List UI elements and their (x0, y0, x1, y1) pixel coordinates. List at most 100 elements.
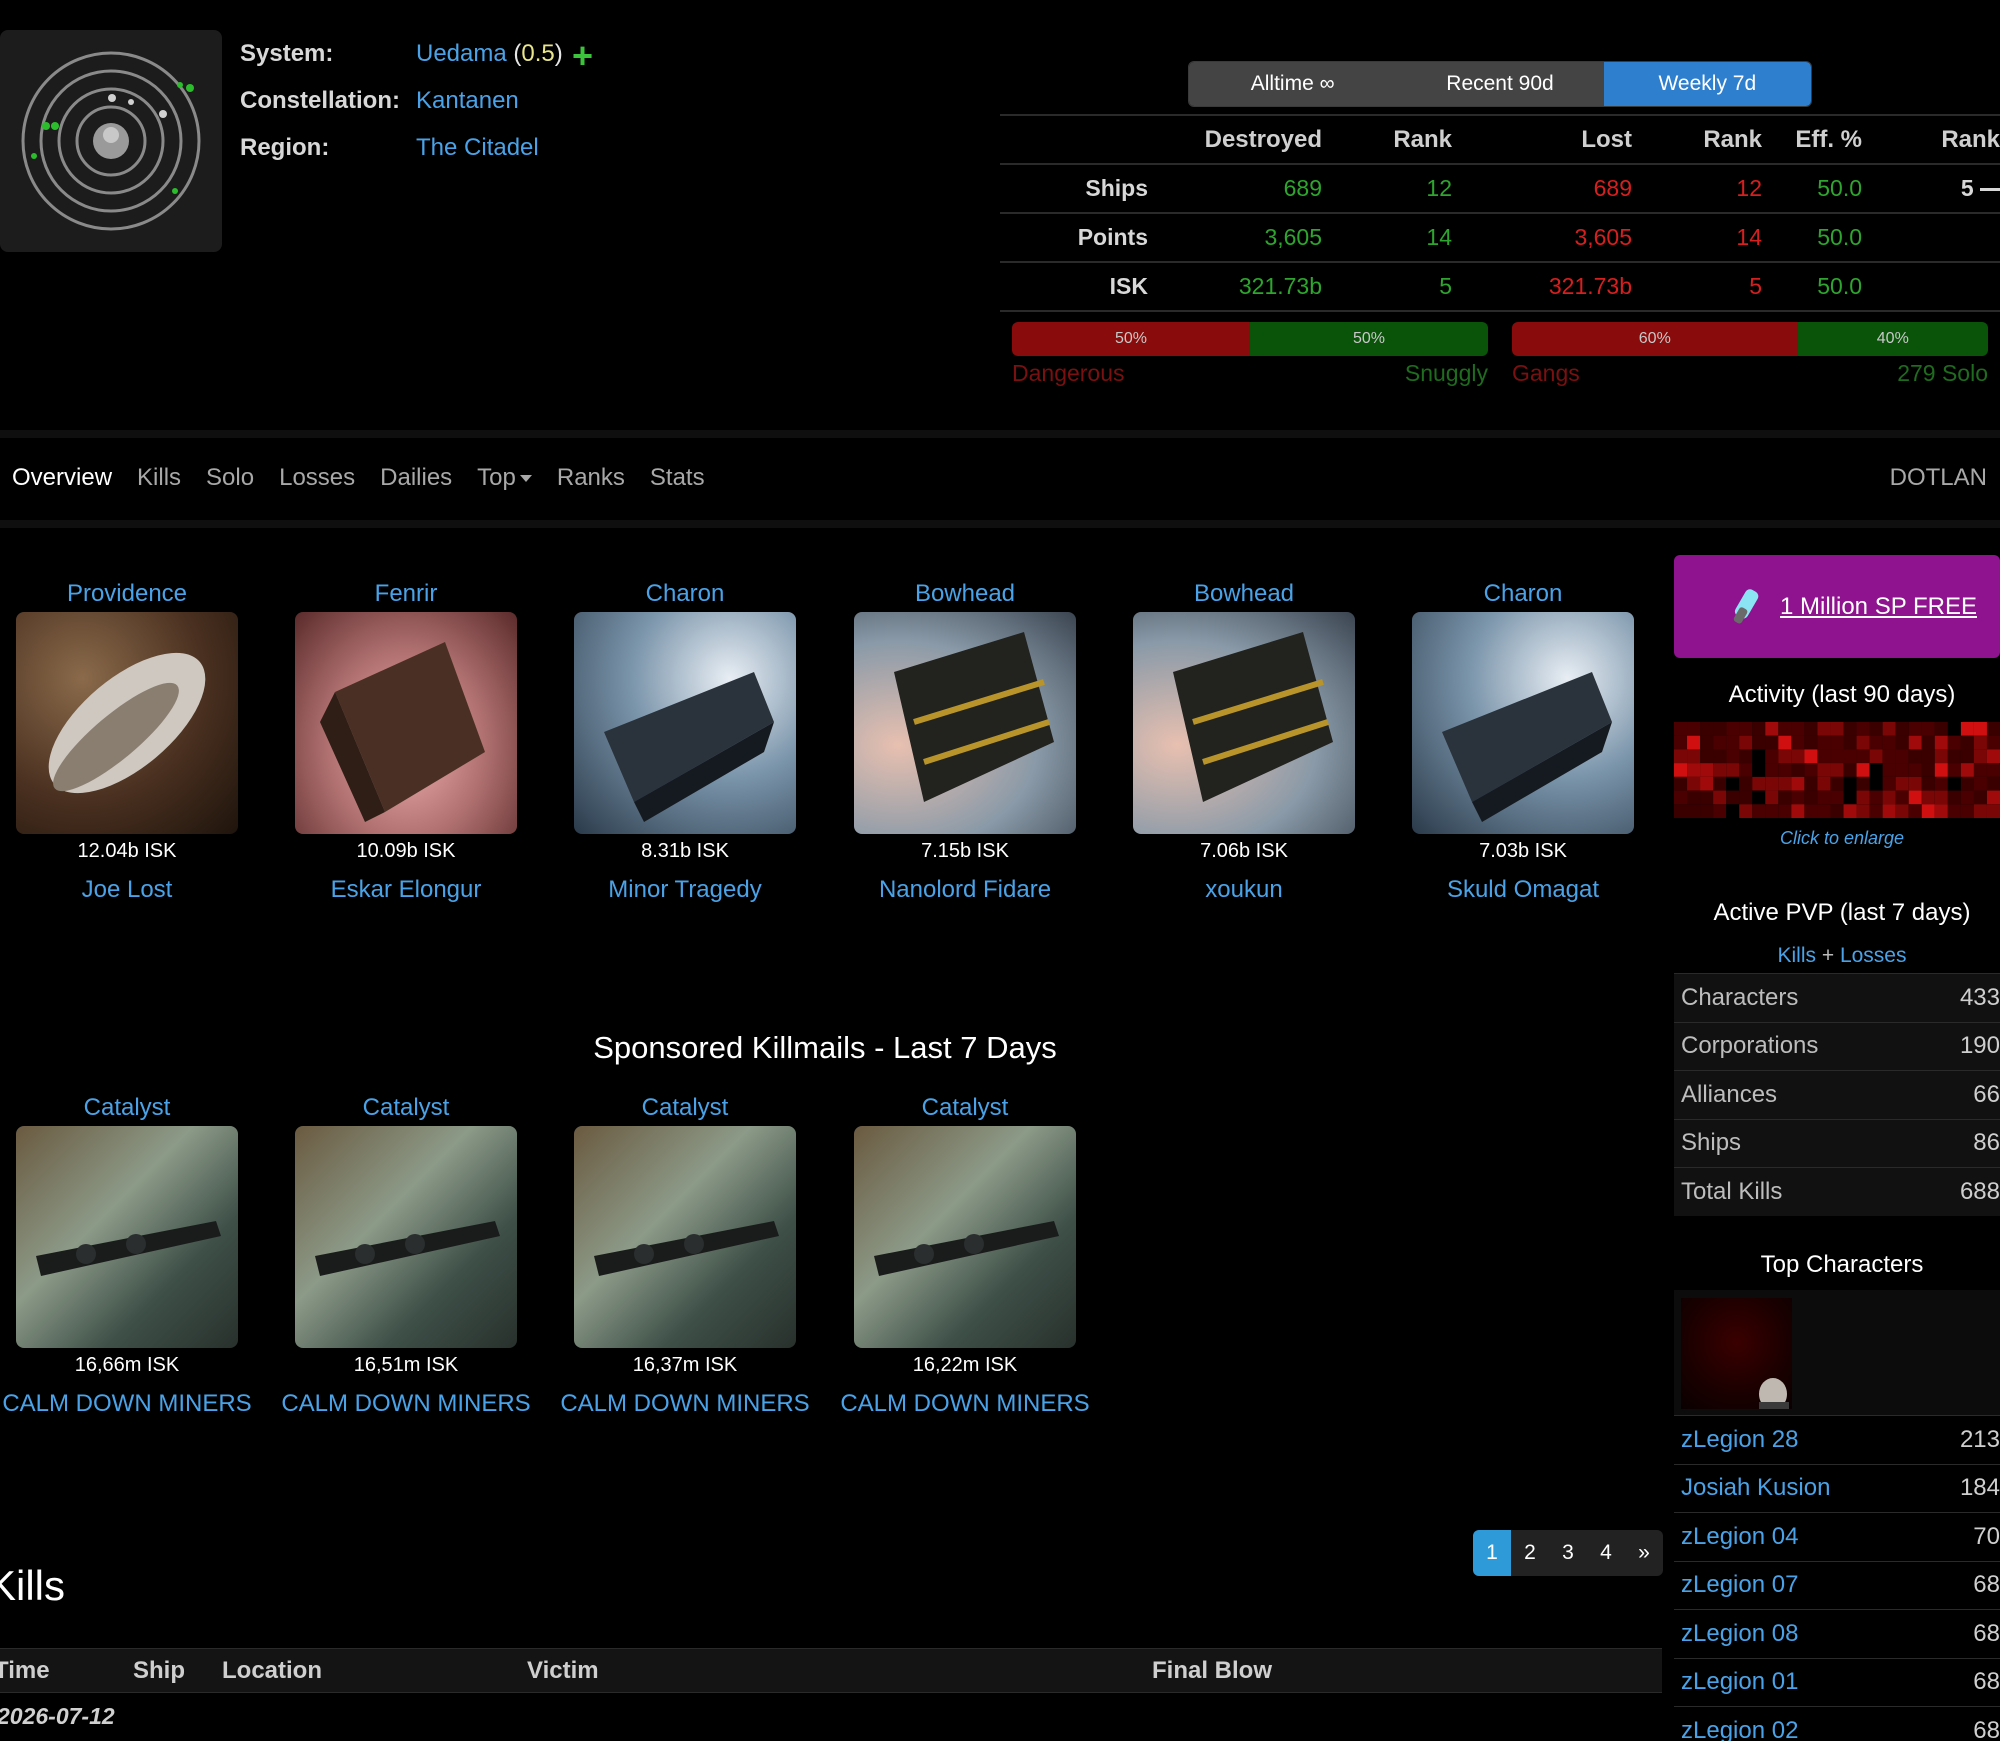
tab-alltime[interactable]: Alltime ∞ (1189, 62, 1397, 106)
activity-cell (1947, 790, 1961, 805)
region-link[interactable]: The Citadel (416, 134, 539, 162)
dotlan-link[interactable]: DOTLAN (1890, 464, 1987, 492)
ship-image[interactable] (1133, 612, 1355, 834)
ship-image[interactable] (574, 1126, 796, 1348)
activity-cell (1778, 804, 1792, 818)
pilot-link[interactable]: Skuld Omagat (1398, 876, 1648, 904)
ship-image[interactable] (854, 612, 1076, 834)
ship-name-link[interactable]: Charon (1398, 580, 1648, 610)
sponsored-card: Catalyst 16,22m ISK CALM DOWN MINERS (840, 1094, 1090, 1418)
pilot-link[interactable]: Eskar Elongur (281, 876, 531, 904)
destroyed-rank: 14 (1322, 212, 1452, 262)
ship-image[interactable] (854, 1126, 1076, 1348)
activity-cell (1830, 790, 1844, 805)
character-link[interactable]: zLegion 02 (1674, 1706, 1925, 1741)
ship-name-link[interactable]: Catalyst (2, 1094, 252, 1124)
activity-cell (1804, 804, 1818, 818)
chevron-down-icon (519, 475, 532, 483)
activity-cell (1804, 749, 1818, 764)
promo-link[interactable]: 1 Million SP FREE (1780, 593, 1977, 621)
page-2-button[interactable]: 2 (1511, 1530, 1549, 1576)
constellation-link[interactable]: Kantanen (416, 87, 519, 115)
activity-cell (1726, 776, 1740, 791)
activity-cell (1687, 804, 1701, 818)
nav-losses[interactable]: Losses (279, 464, 355, 492)
page-3-button[interactable]: 3 (1549, 1530, 1587, 1576)
activity-cell (1830, 804, 1844, 818)
activity-cell (1895, 790, 1909, 805)
kills-heading: Kills (0, 1562, 66, 1609)
activity-cell (1856, 804, 1870, 818)
nav-dailies[interactable]: Dailies (380, 464, 452, 492)
character-link[interactable]: zLegion 04 (1674, 1512, 1925, 1561)
activity-cell (1791, 749, 1805, 764)
pilot-link[interactable]: CALM DOWN MINERS (840, 1390, 1090, 1418)
activity-cell (1674, 735, 1688, 750)
page-1-button[interactable]: 1 (1473, 1530, 1511, 1576)
pilot-link[interactable]: CALM DOWN MINERS (560, 1390, 810, 1418)
ship-image[interactable] (295, 1126, 517, 1348)
activity-cell (1739, 776, 1753, 791)
enlarge-link[interactable]: Click to enlarge (1674, 828, 2000, 849)
pilot-link[interactable]: xoukun (1119, 876, 1369, 904)
lost-rank: 14 (1632, 212, 1762, 262)
character-link[interactable]: zLegion 08 (1674, 1609, 1925, 1658)
activity-cell (1908, 749, 1922, 764)
ship-name-link[interactable]: Providence (2, 580, 252, 610)
activity-cell (1791, 776, 1805, 791)
character-link[interactable]: zLegion 07 (1674, 1560, 1925, 1610)
tab-weekly-7d[interactable]: Weekly 7d (1603, 62, 1811, 106)
pvp-kills-link[interactable]: Kills (1777, 944, 1816, 967)
pilot-link[interactable]: Joe Lost (2, 876, 252, 904)
promo-banner[interactable]: 1 Million SP FREE (1674, 555, 2000, 658)
top-character-row: zLegion 02 68 (1674, 1706, 2000, 1741)
nav-top-dropdown[interactable]: Top (477, 464, 532, 492)
activity-cell (1687, 790, 1701, 805)
pvp-stats-table: Characters 433 Corporations 190 Alliances 6… (1674, 973, 2000, 1216)
character-link[interactable]: zLegion 28 (1674, 1415, 1925, 1464)
activity-cell (1960, 763, 1974, 777)
nav-stats[interactable]: Stats (650, 464, 705, 492)
activity-cell (1739, 722, 1753, 736)
activity-cell (1843, 722, 1857, 736)
tab-recent-90d[interactable]: Recent 90d (1396, 62, 1604, 106)
avatar[interactable] (1681, 1298, 1792, 1409)
activity-cell (1726, 790, 1740, 805)
pilot-link[interactable]: CALM DOWN MINERS (281, 1390, 531, 1418)
ship-name-link[interactable]: Catalyst (560, 1094, 810, 1124)
character-link[interactable]: Josiah Kusion (1674, 1463, 1925, 1513)
nav-kills[interactable]: Kills (137, 464, 181, 492)
ship-name-link[interactable]: Catalyst (281, 1094, 531, 1124)
character-link[interactable]: zLegion 01 (1674, 1657, 1925, 1707)
ship-name-link[interactable]: Fenrir (281, 580, 531, 610)
system-name-link[interactable]: Uedama (416, 40, 507, 67)
destroyed-rank: 12 (1322, 163, 1452, 213)
ship-image[interactable] (1412, 612, 1634, 834)
activity-cell (1869, 749, 1883, 764)
nav-solo[interactable]: Solo (206, 464, 254, 492)
pvp-losses-link[interactable]: Losses (1840, 944, 1907, 967)
kill-value: 7.03b ISK (1479, 840, 1567, 862)
ship-image[interactable] (16, 1126, 238, 1348)
next-page-button[interactable]: » (1625, 1530, 1663, 1576)
pilot-link[interactable]: Minor Tragedy (560, 876, 810, 904)
ship-image[interactable] (295, 612, 517, 834)
ship-name-link[interactable]: Catalyst (840, 1094, 1090, 1124)
page-4-button[interactable]: 4 (1587, 1530, 1625, 1576)
activity-heatmap[interactable] (1674, 722, 2000, 818)
ship-name-link[interactable]: Bowhead (840, 580, 1090, 610)
activity-cell (1921, 804, 1935, 818)
ship-image[interactable] (16, 612, 238, 834)
activity-cell (1830, 749, 1844, 764)
activity-cell (1973, 776, 1987, 791)
nav-overview[interactable]: Overview (12, 464, 112, 492)
activity-cell (1713, 749, 1727, 764)
ship-image[interactable] (574, 612, 796, 834)
activity-cell (1791, 790, 1805, 805)
plus-icon[interactable]: + (572, 38, 593, 74)
pilot-link[interactable]: CALM DOWN MINERS (2, 1390, 252, 1418)
ship-name-link[interactable]: Charon (560, 580, 810, 610)
ship-name-link[interactable]: Bowhead (1119, 580, 1369, 610)
pilot-link[interactable]: Nanolord Fidare (840, 876, 1090, 904)
nav-ranks[interactable]: Ranks (557, 464, 625, 492)
